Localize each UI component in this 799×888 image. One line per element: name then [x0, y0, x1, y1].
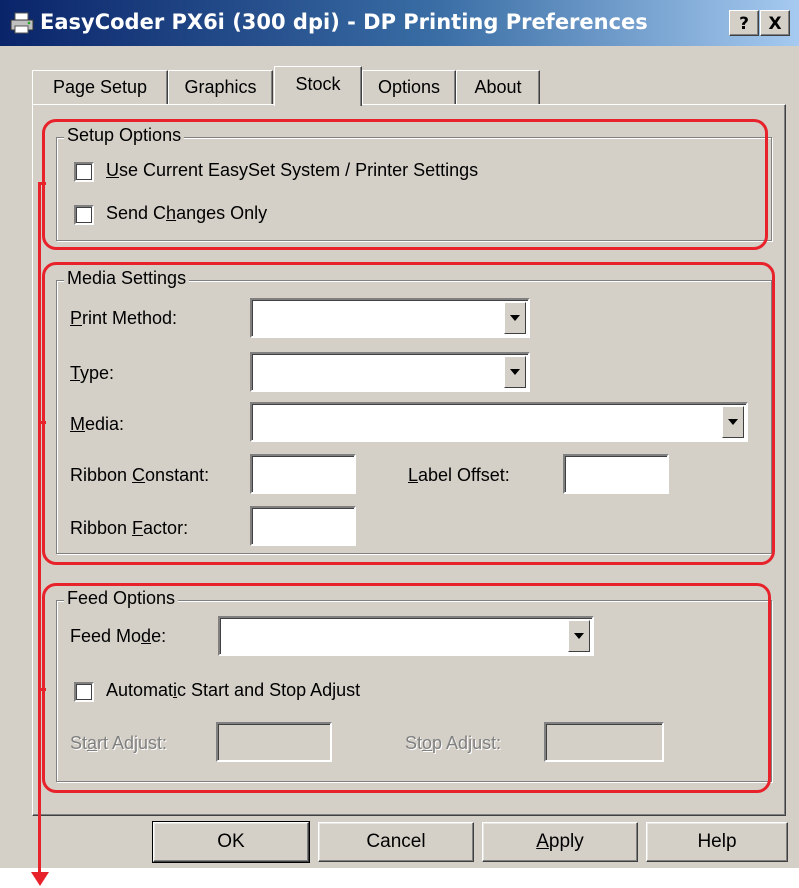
tab-options[interactable]: Options: [362, 70, 456, 104]
annotation-connector-line: [38, 182, 41, 878]
annotation-tick-media: [38, 421, 46, 424]
ok-button[interactable]: OK: [152, 821, 310, 863]
arrow-down-icon: [31, 872, 49, 886]
close-title-button[interactable]: X: [760, 10, 790, 36]
media-settings-highlight: [42, 262, 775, 565]
apply-button[interactable]: Apply: [482, 822, 638, 862]
annotation-tick-setup: [38, 182, 46, 185]
tab-about[interactable]: About: [456, 70, 540, 104]
help-button[interactable]: Help: [646, 822, 788, 862]
window-title: EasyCoder PX6i (300 dpi) - DP Printing P…: [40, 10, 648, 34]
tab-stock[interactable]: Stock: [274, 66, 362, 106]
printer-icon: [10, 12, 34, 34]
help-title-button[interactable]: ?: [729, 10, 759, 36]
tab-graphics[interactable]: Graphics: [168, 70, 273, 104]
annotation-tick-feed: [38, 688, 46, 691]
tab-page-setup[interactable]: Page Setup: [32, 70, 168, 104]
cancel-button[interactable]: Cancel: [318, 822, 474, 862]
feed-options-highlight: [42, 583, 771, 793]
setup-options-highlight: [42, 119, 768, 250]
